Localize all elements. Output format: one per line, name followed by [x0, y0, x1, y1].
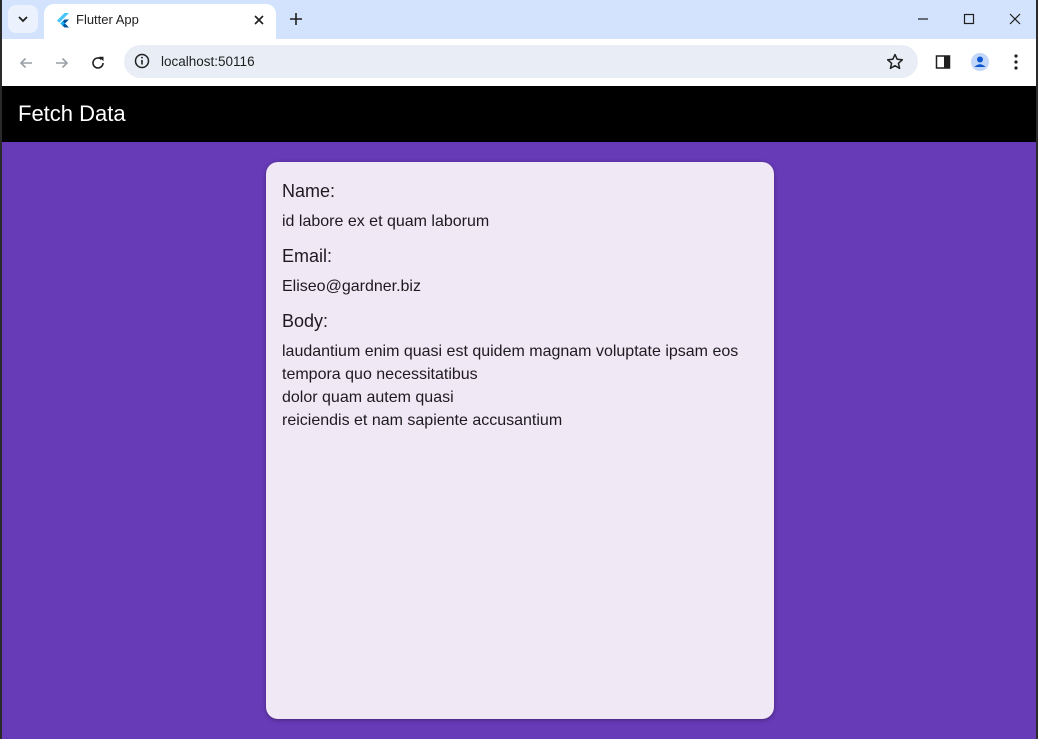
email-label: Email:: [282, 246, 333, 266]
site-info-icon[interactable]: [133, 52, 151, 70]
tab-search-button[interactable]: [8, 5, 38, 33]
address-bar[interactable]: localhost:50116: [124, 45, 918, 78]
name-value: id labore ex et quam laborum: [282, 213, 490, 230]
tab-title: Flutter App: [76, 12, 139, 27]
forward-button[interactable]: [49, 50, 75, 76]
flutter-logo-icon: [57, 13, 69, 28]
profile-button[interactable]: [968, 50, 992, 74]
close-icon: [254, 15, 264, 25]
tab-search-icon: [18, 16, 28, 23]
more-vert-icon: [1014, 54, 1018, 70]
back-button[interactable]: [13, 50, 39, 76]
profile-icon: [971, 53, 989, 71]
more-menu-button[interactable]: [1004, 50, 1028, 74]
maximize-button[interactable]: [956, 6, 982, 32]
app-bar: Fetch Data: [2, 86, 1036, 142]
email-value: Eliseo@gardner.biz: [282, 278, 421, 295]
side-panel-icon: [935, 55, 951, 69]
browser-toolbar: localhost:50116: [2, 39, 1036, 86]
forward-arrow-icon: [56, 57, 69, 69]
maximize-icon: [963, 13, 975, 25]
back-arrow-icon: [19, 57, 32, 69]
window-close-icon: [1009, 13, 1021, 25]
body-value: laudantium enim quasi est quidem magnam …: [282, 343, 739, 429]
page-title: Fetch Data: [18, 101, 126, 126]
tab-close-button[interactable]: [250, 11, 268, 29]
new-tab-button[interactable]: [285, 8, 307, 30]
reload-icon: [92, 56, 104, 69]
url-text[interactable]: localhost:50116: [161, 54, 255, 69]
data-card: Name: id labore ex et quam laborum Email…: [266, 162, 774, 719]
browser-tab[interactable]: Flutter App: [44, 4, 276, 39]
reload-button[interactable]: [85, 50, 111, 76]
side-panel-button[interactable]: [931, 50, 955, 74]
minimize-button[interactable]: [910, 6, 936, 32]
star-icon[interactable]: [885, 52, 905, 72]
tab-strip: Flutter App: [2, 0, 1036, 39]
browser-window: Flutter App localhost:50116 Fetch Data N…: [0, 0, 1038, 739]
plus-icon: [290, 13, 302, 25]
body-label: Body:: [282, 311, 329, 331]
minimize-icon: [918, 18, 928, 20]
name-label: Name:: [282, 181, 336, 201]
window-close-button[interactable]: [1002, 6, 1028, 32]
